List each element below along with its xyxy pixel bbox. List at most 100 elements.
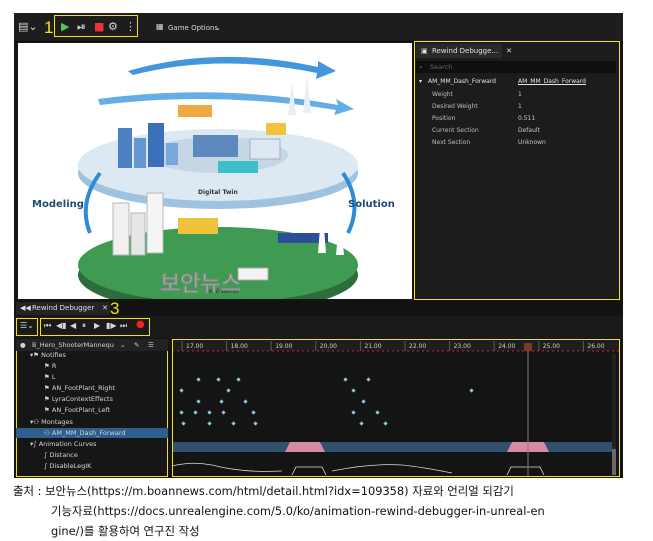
watermark-text: 보안뉴스 <box>160 272 241 297</box>
menu-icon[interactable]: ☰⌄ <box>20 321 34 331</box>
property-value: 0.511 <box>518 115 536 122</box>
gamepad-icon[interactable]: ⚙ <box>108 20 118 34</box>
timeline-tracks[interactable]: 17.00 18.00 19.00 20.00 21.00 22.00 23.00 24.00… <box>172 339 620 477</box>
rewind-tab-bar: ◀◀ Rewind Debugger ✕ <box>14 301 623 315</box>
tree-item-label: Notifies <box>41 351 66 359</box>
tree-item-label: Animation Curves <box>38 440 97 448</box>
game-options-button[interactable]: Game Options <box>168 21 218 35</box>
tree-item-r[interactable]: ⚑ R <box>44 361 56 371</box>
flag-icon: ⚑ <box>44 362 52 370</box>
actor-icon: ● <box>20 341 26 349</box>
record-icon[interactable]: ● <box>136 320 145 330</box>
property-row: Next Section Unknown <box>432 137 618 149</box>
close-icon[interactable]: ✕ <box>102 302 108 315</box>
tree-item-animation-curves[interactable]: ▾∫ Animation Curves <box>30 439 97 449</box>
tree-item-label: Distance <box>49 451 78 459</box>
close-icon[interactable]: ✕ <box>506 44 512 58</box>
play-reverse-icon[interactable]: ◀ <box>70 321 76 331</box>
track-tree: ● B_Hero_ShooterMannequ ⌄ ✎ ☰ ▾⚑ Notifie… <box>16 339 168 477</box>
digital-twin-illustration: Simulation Simulation Digital Twin Model… <box>32 56 395 299</box>
tree-item-label: AM_MM_Dash_Forward <box>51 429 126 437</box>
tree-item-label: R <box>51 362 57 370</box>
pin-icon[interactable]: ✎ <box>134 339 139 351</box>
rewind-tab-label: Rewind Debugger <box>32 304 95 312</box>
property-label: Weight <box>432 91 453 98</box>
property-row: Desired Weight 1 <box>432 101 618 113</box>
montage-name: AM_MM_Dash_Forward <box>428 78 496 85</box>
property-value: 1 <box>518 91 522 98</box>
tree-item-label: AN_FootPlant_Left <box>51 406 111 414</box>
property-row: Position 0.511 <box>432 113 618 125</box>
tree-item-footplant-left[interactable]: ⚑ AN_FootPlant_Left <box>44 405 110 415</box>
modeling-label: Modeling <box>32 199 84 210</box>
curve-icon: ▾∫ <box>30 440 39 448</box>
caption-line-2: 기능자료(https://docs.unrealengine.com/5.0/k… <box>51 504 545 518</box>
caption-line-3: gine/)를 활용하여 연구진 작성 <box>51 524 200 538</box>
tree-item-label: L <box>51 373 56 381</box>
timeline-highlight <box>172 339 620 477</box>
tree-item-lyra-context[interactable]: ⚑ LyraContextEffects <box>44 394 113 404</box>
jump-start-icon[interactable]: ⏮ <box>44 321 51 331</box>
property-row: Current Section Default <box>432 125 618 137</box>
property-value: 1 <box>518 103 522 110</box>
unreal-editor-window: ▤⌄ ▶ ⏯ ■ ⚙ ⋮ ▦ Game Options ⌄ 1 Simulati… <box>14 13 623 478</box>
montage-property-header[interactable]: ▾ AM_MM_Dash_Forward AM_MM_Dash_Forward <box>414 76 618 88</box>
callout-1: 1 <box>44 18 54 37</box>
game-options-icon: ▦ <box>156 22 164 31</box>
search-placeholder: Search <box>430 63 453 71</box>
chevron-down-icon: ⌄ <box>215 24 221 32</box>
step-icon[interactable]: ⏯ <box>77 20 86 34</box>
property-label: Next Section <box>432 139 471 146</box>
chevron-down-icon: ⌄ <box>120 341 126 349</box>
step-back-icon[interactable]: ◀▮ <box>56 321 67 331</box>
tree-item-notifies[interactable]: ▾⚑ Notifies <box>30 350 66 360</box>
jump-end-icon[interactable]: ⏭ <box>120 321 127 331</box>
simulation-top-label: Simulation <box>218 63 255 71</box>
flag-icon: ⚑ <box>44 395 52 403</box>
play-icon[interactable]: ▶ <box>94 321 100 331</box>
montage-icon: ⚇ <box>44 429 52 437</box>
tree-item-montages[interactable]: ▾⚇ Montages <box>30 417 73 427</box>
rewind-icon: ◀◀ <box>20 304 31 312</box>
tab-rewind-details[interactable]: ▣ Rewind Debugge... ✕ <box>416 44 512 58</box>
tree-item-disable-legik[interactable]: ∫ DisableLegIK <box>44 461 91 471</box>
flag-icon: ⚑ <box>44 406 52 414</box>
step-forward-icon[interactable]: ▮▶ <box>106 321 117 331</box>
rewind-details-panel: ▣ Rewind Debugge... ✕ ⌕ Search ▾ AM_MM_D… <box>414 41 620 300</box>
panel-tab-icon: ▣ <box>421 47 428 55</box>
property-label: Desired Weight <box>432 103 478 110</box>
tree-item-footplant-right[interactable]: ⚑ AN_FootPlant_Right <box>44 383 115 393</box>
montage-link[interactable]: AM_MM_Dash_Forward <box>518 76 586 88</box>
collapse-arrow-icon: ▾ <box>419 78 423 85</box>
property-row: Weight 1 <box>432 89 618 101</box>
details-search-input[interactable]: ⌕ Search <box>416 61 616 73</box>
play-icon[interactable]: ▶ <box>61 20 69 34</box>
tree-item-l[interactable]: ⚑ L <box>44 372 56 382</box>
collapse-arrow-icon: ▾⚑ <box>30 351 42 359</box>
property-value: Default <box>518 127 540 134</box>
tree-item-label: AN_FootPlant_Right <box>51 384 116 392</box>
rewind-controls-bar: ☰⌄ ⏮ ◀▮ ◀ ⏸ ▶ ▮▶ ⏭ ● <box>14 316 623 338</box>
tree-item-dash-forward[interactable]: ⚇ AM_MM_Dash_Forward <box>16 428 168 438</box>
simulation-mid-label: Simulation <box>200 99 237 107</box>
level-viewport[interactable]: Simulation Simulation Digital Twin Model… <box>18 43 412 299</box>
property-value: Unknown <box>518 139 546 146</box>
tree-item-label: DisableLegIK <box>49 462 92 470</box>
collapse-arrow-icon: ▾⚇ <box>30 418 42 426</box>
more-icon[interactable]: ⋮ <box>125 20 136 34</box>
digital-twin-label: Digital Twin <box>198 189 238 196</box>
tree-item-label: LyraContextEffects <box>51 395 113 403</box>
caption-line-1: 출처 : 보안뉴스(https://m.boannews.com/html/de… <box>13 484 514 498</box>
filter-icon[interactable]: ☰ <box>148 339 154 351</box>
callout-3: 3 <box>110 299 120 318</box>
panel-tab-label: Rewind Debugge... <box>432 47 499 55</box>
stop-icon[interactable]: ■ <box>94 20 104 34</box>
flag-icon: ⚑ <box>44 373 52 381</box>
clapperboard-icon[interactable]: ▤⌄ <box>18 20 38 34</box>
solution-label: Solution <box>348 199 395 210</box>
tree-item-label: Montages <box>41 418 73 426</box>
tree-item-distance[interactable]: ∫ Distance <box>44 450 78 460</box>
pause-icon[interactable]: ⏸ <box>82 321 86 331</box>
property-label: Position <box>432 115 456 122</box>
tab-rewind-debugger[interactable]: ◀◀ Rewind Debugger ✕ <box>16 302 110 315</box>
